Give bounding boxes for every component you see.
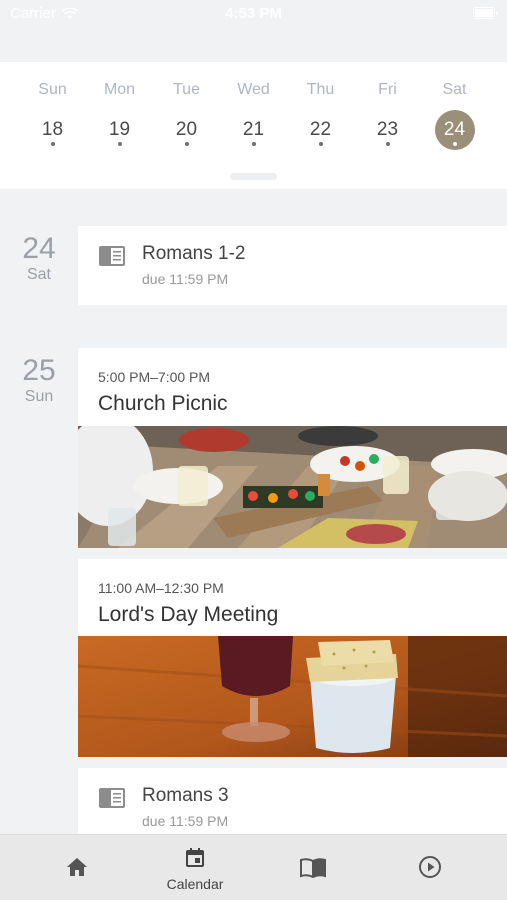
week-day-mon[interactable]: Mon 19 — [86, 62, 153, 172]
tab-bar: Calendar — [0, 834, 507, 900]
book-icon — [99, 788, 125, 808]
reading-title: Romans 1-2 — [142, 243, 246, 264]
week-day-name: Mon — [103, 81, 136, 98]
event-photo-communion — [78, 636, 507, 758]
agenda-date-25: 25 Sun — [0, 356, 78, 406]
event-dot — [318, 142, 323, 146]
status-time: 4:53 PM — [225, 5, 282, 22]
event-card-lords-day-meeting[interactable]: 11:00 AM–12:30 PM Lord's Day Meeting — [78, 559, 507, 757]
week-day-name: Fri — [378, 81, 397, 98]
status-bar: Carrier 4:53 PM — [0, 0, 507, 28]
reading-due: due 11:59 PM — [142, 271, 229, 287]
week-day-name: Thu — [306, 81, 335, 98]
event-dot — [452, 142, 457, 146]
agenda-date-weekday: Sun — [24, 388, 54, 405]
event-title: Lord's Day Meeting — [98, 603, 279, 626]
agenda-date-number: 25 — [22, 354, 56, 387]
tab-calendar[interactable]: Calendar — [132, 835, 258, 900]
communion-photo — [78, 636, 507, 757]
play-circle-icon — [419, 856, 441, 878]
event-card-church-picnic[interactable]: 5:00 PM–7:00 PM Church Picnic — [78, 348, 507, 548]
week-day-name: Sat — [442, 81, 467, 98]
event-title: Church Picnic — [98, 392, 228, 415]
event-dot — [251, 142, 256, 146]
event-time: 5:00 PM–7:00 PM — [98, 369, 211, 385]
week-day-fri[interactable]: Fri 23 — [354, 62, 421, 172]
tab-label: Calendar — [166, 876, 224, 892]
event-photo-picnic — [78, 426, 507, 548]
reading-title: Romans 3 — [142, 785, 229, 806]
reading-card-romans-1-2[interactable]: Romans 1-2 due 11:59 PM — [78, 226, 507, 305]
agenda-date-number: 24 — [22, 232, 56, 265]
agenda-date-weekday: Sat — [26, 266, 51, 283]
week-day-sun[interactable]: Sun 18 — [19, 62, 86, 172]
week-day-tue[interactable]: Tue 20 — [153, 62, 220, 172]
week-day-name: Sun — [38, 81, 67, 98]
week-day-name: Wed — [237, 81, 270, 98]
calendar-icon — [186, 848, 204, 867]
tab-home[interactable] — [14, 835, 140, 900]
week-day-wed[interactable]: Wed 21 — [220, 62, 287, 172]
event-time: 11:00 AM–12:30 PM — [98, 580, 224, 596]
book-icon — [99, 246, 125, 266]
event-dot — [184, 142, 189, 146]
week-day-sat[interactable]: Sat 24 — [421, 62, 488, 172]
week-day-thu[interactable]: Thu 22 — [287, 62, 354, 172]
event-dot — [50, 142, 55, 146]
agenda-date-24: 24 Sat — [0, 234, 78, 284]
reading-card-romans-3[interactable]: Romans 3 due 11:59 PM — [78, 768, 507, 834]
event-dot — [385, 142, 390, 146]
open-book-icon — [300, 858, 326, 879]
home-icon — [67, 858, 87, 876]
week-strip: Sun 18 Mon 19 Tue 20 Wed 21 Thu 22 Fri 2… — [0, 62, 507, 189]
picnic-photo — [78, 426, 507, 548]
reading-due: due 11:59 PM — [142, 813, 229, 829]
week-day-name: Tue — [173, 81, 200, 98]
battery-icon — [473, 7, 498, 19]
tab-media[interactable] — [367, 835, 493, 900]
event-dot — [117, 142, 122, 146]
week-drag-handle[interactable] — [230, 173, 277, 180]
tab-reading[interactable] — [249, 835, 375, 900]
